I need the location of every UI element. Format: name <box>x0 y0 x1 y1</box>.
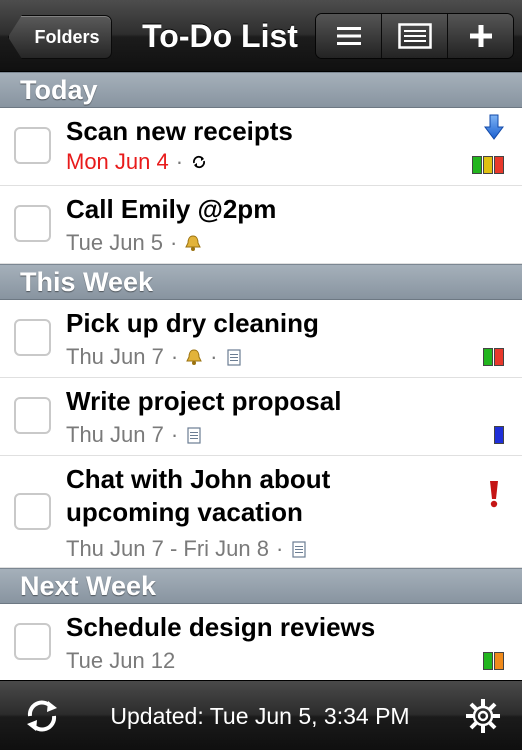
task-meta: Mon Jun 4 · <box>66 149 208 175</box>
tag-swatch <box>483 348 493 366</box>
task-title: Scan new receipts <box>66 116 293 146</box>
task-title: Call Emily @2pm <box>66 194 277 224</box>
task-checkbox[interactable] <box>14 127 51 164</box>
task-checkbox[interactable] <box>14 493 51 530</box>
tag-swatch <box>483 156 493 174</box>
note-view-button[interactable] <box>382 14 448 58</box>
bottom-toolbar: Updated: Tue Jun 5, 3:34 PM <box>0 680 522 750</box>
task-date: Tue Jun 5 <box>66 230 164 255</box>
task-date: Thu Jun 7 <box>66 422 164 447</box>
nav-segmented-control <box>315 13 514 59</box>
task-date: Tue Jun 12 <box>66 648 176 673</box>
folders-back-button[interactable]: Folders <box>8 15 112 59</box>
task-meta: Tue Jun 12 <box>66 648 175 674</box>
tag-swatch <box>494 652 504 670</box>
task-row[interactable]: Pick up dry cleaning Thu Jun 7 · · <box>0 300 522 378</box>
note-icon <box>185 426 203 444</box>
gear-icon <box>466 699 500 733</box>
task-meta: Thu Jun 7 · <box>66 422 203 448</box>
tag-swatch <box>494 426 504 444</box>
section-header-today: Today <box>0 72 522 108</box>
repeat-icon <box>190 153 208 171</box>
plus-icon <box>469 25 492 47</box>
list-view-button[interactable] <box>316 14 382 58</box>
high-priority-exclamation-icon <box>488 480 500 513</box>
tag-swatch <box>472 156 482 174</box>
task-tags <box>494 426 504 444</box>
low-priority-arrow-icon <box>484 114 504 145</box>
task-date: Thu Jun 7 - Fri Jun 8 <box>66 536 269 561</box>
task-tags <box>483 348 504 366</box>
task-meta: Thu Jun 7 - Fri Jun 8 · <box>66 536 308 562</box>
task-title: Pick up dry cleaning <box>66 308 319 338</box>
last-updated-status: Updated: Tue Jun 5, 3:34 PM <box>110 702 410 729</box>
task-date: Mon Jun 4 <box>66 149 169 174</box>
task-tags <box>483 652 504 670</box>
task-row[interactable]: Write project proposal Thu Jun 7 · <box>0 378 522 456</box>
add-task-button[interactable] <box>448 14 513 58</box>
tag-swatch <box>483 652 493 670</box>
task-row[interactable]: Chat with John about upcoming vacation T… <box>0 456 522 568</box>
page-title: To-Do List <box>142 17 298 54</box>
note-icon <box>397 23 432 49</box>
note-icon <box>290 540 308 558</box>
tag-swatch <box>494 348 504 366</box>
nav-bar: Folders To-Do List <box>0 0 522 72</box>
task-meta: Tue Jun 5 · <box>66 230 202 256</box>
task-title: Schedule design reviews <box>66 612 376 642</box>
settings-button[interactable] <box>465 698 501 739</box>
task-checkbox[interactable] <box>14 623 51 660</box>
list-icon <box>336 27 361 45</box>
section-header-next-week: Next Week <box>0 568 522 604</box>
note-icon <box>225 348 243 366</box>
task-row[interactable]: Scan new receipts Mon Jun 4 · <box>0 108 522 186</box>
tag-swatch <box>494 156 504 174</box>
sync-button[interactable] <box>22 696 62 741</box>
task-checkbox[interactable] <box>14 319 51 356</box>
section-header-this-week: This Week <box>0 264 522 300</box>
task-meta: Thu Jun 7 · · <box>66 344 243 370</box>
sync-icon <box>27 700 57 732</box>
task-tags <box>472 156 504 174</box>
alarm-icon <box>185 348 203 366</box>
task-row[interactable]: Schedule design reviews Tue Jun 12 <box>0 604 522 680</box>
task-title: Write project proposal <box>66 386 342 416</box>
folders-back-label: Folders <box>34 26 100 47</box>
alarm-icon <box>184 234 202 252</box>
task-checkbox[interactable] <box>14 205 51 242</box>
task-title: Chat with John about upcoming vacation <box>66 464 331 527</box>
task-checkbox[interactable] <box>14 397 51 434</box>
task-row[interactable]: Call Emily @2pm Tue Jun 5 · <box>0 186 522 264</box>
task-date: Thu Jun 7 <box>66 344 164 369</box>
